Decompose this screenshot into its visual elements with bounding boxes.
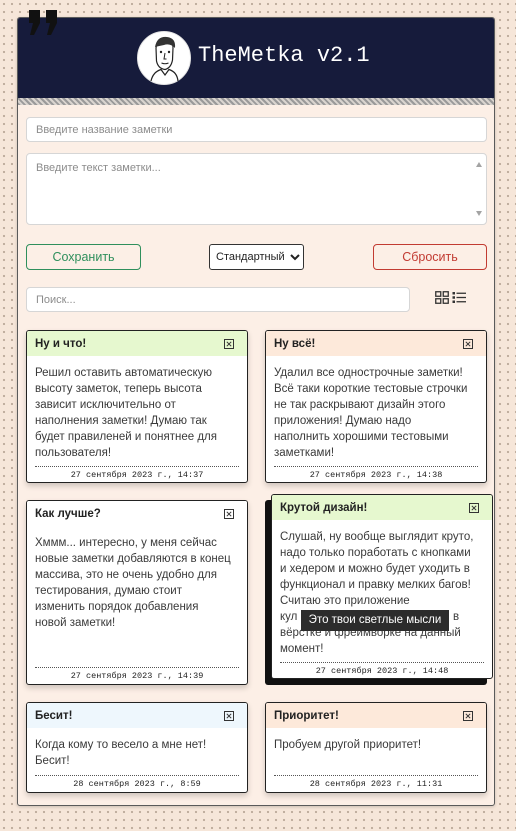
note-header: Как лучше? — [27, 501, 247, 526]
quote-icon — [29, 10, 57, 35]
note-text-line: тестирования, думаю стоит — [35, 585, 182, 597]
grid-view-icon[interactable] — [435, 291, 449, 304]
note-text-line: пользователя! — [35, 447, 112, 459]
note-text-line: Пробуем другой приоритет! — [274, 739, 422, 751]
note-text-line: момент! — [280, 643, 324, 655]
scroll-up-arrow-icon[interactable] — [476, 162, 482, 167]
note-text-line: новой заметки! — [35, 617, 116, 629]
note-card[interactable]: Ну и что! Решил оставить автоматическую вы… — [26, 330, 248, 483]
note-header: Ну и что! — [27, 331, 247, 356]
note-title-input[interactable] — [26, 117, 487, 142]
note-text: Решил оставить автоматическую высоту заме… — [27, 356, 247, 466]
note-text-fragment: в — [453, 611, 460, 623]
close-note-icon[interactable] — [469, 502, 479, 513]
note-header: Бесит! — [27, 703, 247, 728]
note-card[interactable]: Приоритет! Пробуем другой приоритет! 28 се… — [265, 702, 487, 793]
note-text-fragment: кул — [280, 611, 298, 623]
note-card[interactable]: Крутой дизайн! Слушай, ну вообще выглядит… — [271, 494, 493, 679]
note-text-line: будет правиленей и понятнее для — [35, 431, 217, 443]
note-tooltip: Это твои светлые мысли — [301, 610, 449, 631]
app-panel: TheMetka v2.1 Сохранить Стандартный Сбро… — [17, 17, 495, 806]
note-header: Ну всё! — [266, 331, 486, 356]
close-note-icon[interactable] — [463, 338, 473, 349]
note-title: Ну и что! — [35, 337, 87, 350]
note-title: Как лучше? — [35, 507, 101, 520]
note-text-line: заметками! — [274, 447, 335, 459]
note-text-line: Хммм... интересно, у меня сейчас — [35, 537, 217, 549]
note-title: Бесит! — [35, 709, 73, 722]
reset-button[interactable]: Сбросить — [373, 244, 487, 270]
note-text-line: не так раскрывают дизайн этого — [274, 399, 446, 411]
note-text-line: надо только поработать с кнопками — [280, 547, 471, 559]
note-date: 27 сентября 2023 г., 14:38 — [274, 466, 478, 482]
note-date: 27 сентября 2023 г., 14:37 — [35, 466, 239, 482]
note-text-line: массива, это не очень удобно для — [35, 569, 217, 581]
note-title: Крутой дизайн! — [280, 501, 368, 514]
search-input[interactable] — [26, 287, 410, 312]
priority-select[interactable]: Стандартный — [209, 244, 304, 270]
note-text-input[interactable] — [26, 153, 487, 225]
close-note-icon[interactable] — [224, 338, 234, 349]
list-view-icon[interactable] — [452, 291, 466, 304]
note-title: Ну всё! — [274, 337, 316, 350]
note-card[interactable]: Ну всё! Удалил все однострочные заметки! В… — [265, 330, 487, 483]
note-text-line: наполнить хорошими тестовыми — [274, 431, 449, 443]
note-card[interactable]: Бесит! Когда кому то весело а мне нет! Бес… — [26, 702, 248, 793]
note-date: 27 сентября 2023 г., 14:48 — [280, 662, 484, 678]
note-text-line: высоту заметок, теперь высота — [35, 383, 202, 395]
note-text-line: новые заметки добавляются в конец — [35, 553, 231, 565]
note-text: Удалил все однострочные заметки! Всё таки… — [266, 356, 486, 466]
avatar — [137, 31, 191, 85]
close-note-icon[interactable] — [224, 710, 234, 721]
note-text-line: наполнения заметки! Думаю так — [35, 415, 207, 427]
note-header: Приоритет! — [266, 703, 486, 728]
close-note-icon[interactable] — [463, 710, 473, 721]
note-text-line: Когда кому то весело а мне нет! — [35, 739, 207, 751]
note-date: 27 сентября 2023 г., 14:39 — [35, 667, 239, 684]
note-text-line: Бесит! — [35, 755, 70, 767]
note-text-line: и хедером и можно будет уходить в — [280, 563, 470, 575]
close-note-icon[interactable] — [224, 508, 234, 519]
note-date: 28 сентября 2023 г., 11:31 — [274, 775, 478, 792]
save-button[interactable]: Сохранить — [26, 244, 141, 270]
note-text-line: Всё таки короткие тестовые строчки — [274, 383, 468, 395]
header-divider — [18, 98, 494, 105]
note-text: Пробуем другой приоритет! — [266, 728, 486, 775]
note-text-line: Решил оставить автоматическую — [35, 367, 212, 379]
note-text-field — [26, 153, 487, 225]
note-text-line: Удалил все однострочные заметки! — [274, 367, 463, 379]
note-text-line: зависит исключительно от — [35, 399, 176, 411]
note-text-line: изменить порядок добавления — [35, 601, 199, 613]
note-text: Когда кому то весело а мне нет! Бесит! — [27, 728, 247, 775]
scroll-down-arrow-icon[interactable] — [476, 211, 482, 216]
note-text-line: приложения! Думаю надо — [274, 415, 412, 427]
note-card[interactable]: Как лучше? Хммм... интересно, у меня сейч… — [26, 500, 248, 685]
note-text: Хммм... интересно, у меня сейчас новые за… — [27, 526, 247, 667]
note-header: Крутой дизайн! — [272, 495, 492, 520]
note-date: 28 сентября 2023 г., 8:59 — [35, 775, 239, 792]
note-title: Приоритет! — [274, 709, 339, 722]
app-header: TheMetka v2.1 — [18, 18, 494, 98]
note-text: Слушай, ну вообще выглядит круто, надо то… — [272, 520, 492, 662]
note-text-line: Считаю это приложение — [280, 595, 410, 607]
note-text-line: Слушай, ну вообще выглядит круто, — [280, 531, 474, 543]
app-title: TheMetka v2.1 — [198, 43, 370, 68]
note-text-line: функционал и правку мелких багов! — [280, 579, 471, 591]
